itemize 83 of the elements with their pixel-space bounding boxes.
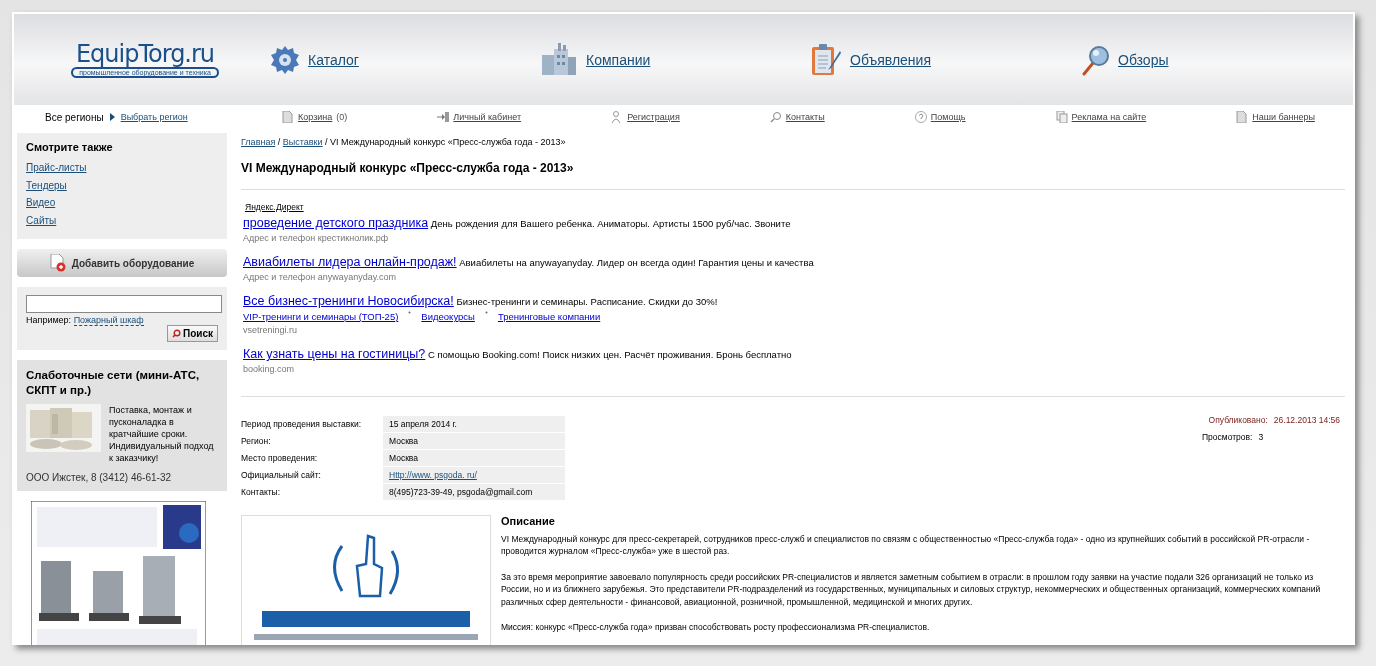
ad-text: Авиабилеты на anywayanyday. Лидер он всегда один! Гарантия цены и качества bbox=[459, 257, 814, 268]
views-label: Просмотров: bbox=[1202, 432, 1253, 442]
ad-domain: anywayanyday.com bbox=[317, 272, 397, 282]
breadcrumb-separator: / bbox=[325, 137, 328, 147]
detail-label: Контакты: bbox=[241, 486, 282, 499]
region-label: Все регионы bbox=[45, 111, 104, 123]
toolbar-link[interactable]: Регистрация bbox=[627, 112, 680, 122]
search-field[interactable] bbox=[26, 295, 222, 313]
add-equipment-button[interactable]: Добавить оборудование bbox=[17, 249, 227, 277]
detail-label: Официальный сайт: bbox=[241, 469, 322, 482]
detail-label: Период проведения выставки: bbox=[241, 418, 363, 431]
promo-contact: ООО Ижстек, 8 (3412) 46-61-32 bbox=[26, 472, 172, 483]
toolbar-link[interactable]: Личный кабинет bbox=[453, 112, 522, 122]
ad-sitelink[interactable]: VIP-тренинги и семинары (ТОП-25) bbox=[243, 311, 399, 322]
toolbar-link[interactable]: Наши баннеры bbox=[1252, 112, 1315, 122]
ad-title-link[interactable]: Авиабилеты лидера онлайн-продаж! bbox=[243, 255, 457, 269]
dot-icon bbox=[484, 311, 488, 314]
breadcrumb-link[interactable]: Главная bbox=[241, 137, 276, 147]
toolbar-link[interactable]: Помощь bbox=[930, 112, 966, 122]
breadcrumb-link[interactable]: Выставки bbox=[282, 137, 323, 147]
add-document-icon bbox=[49, 254, 66, 272]
nav-link[interactable]: Компании bbox=[586, 51, 651, 68]
views-count: 3 bbox=[1258, 432, 1264, 442]
description-paragraph: За это время мероприятие завоевало популярность среди российских PR-специалистов и является заметным событием в отрасли: в прошлом году заявки на участие подали 326 организаций не только из России, но и из ближнего зарубежья. Это представители PR-подразделений из государственных, муниципальных и силовых структур, некоммерческих и общественных организаций, коммерческих компаний различных сфер деятельности - финансовой, авиационной, розничной, промышленной, медицинской и многих других. bbox=[501, 570, 1322, 608]
ads-label[interactable]: Яндекс.Директ bbox=[245, 202, 1345, 212]
description-paragraph: VI Международный конкурс для пресс-секретарей, сотрудников пресс-служб и специалистов по связям с общественностью «Пресс-служба года» - одно из крупнейших событий в российской PR-отрасли - проводится журналом «Пресс-служба» уже в шестой раз. bbox=[501, 532, 1311, 558]
region-link[interactable]: Выбрать регион bbox=[120, 112, 188, 122]
sidebar-link[interactable]: Прайс-листы bbox=[26, 159, 218, 177]
ad-sitelink[interactable]: Тренинговые компании bbox=[497, 311, 601, 322]
documents-icon bbox=[1055, 111, 1068, 123]
sidebar-link[interactable]: Видео bbox=[26, 194, 218, 212]
description-title: Описание bbox=[501, 515, 556, 528]
ad-title-link[interactable]: Все бизнес-тренинги Новосибирска! bbox=[243, 294, 454, 308]
detail-value: Москва bbox=[389, 453, 419, 463]
ad-title-link[interactable]: проведение детского праздника bbox=[243, 216, 429, 230]
breadcrumb-current: VI Международный конкурс «Пресс-служба года - 2013» bbox=[330, 137, 566, 147]
nav-link[interactable]: Объявления bbox=[850, 51, 931, 68]
magnifier-icon bbox=[1080, 43, 1110, 76]
ad-domain: vsetreningi.ru bbox=[243, 325, 298, 335]
dot-icon bbox=[408, 311, 412, 314]
page-title: VI Международный конкурс «Пресс-служба года - 2013» bbox=[241, 161, 575, 175]
ad-address: Адрес и телефон bbox=[243, 233, 316, 243]
ad-sitelink[interactable]: Видеокурсы bbox=[421, 311, 475, 322]
promo-text: Поставка, монтаж и пусконаладка в кратчайшие сроки. Индивидуальный подход к заказчику! bbox=[109, 404, 215, 464]
ad-text: Бизнес-тренинги и семинары. Расписание. Скидки до 30%! bbox=[456, 296, 718, 307]
ad-address: Адрес и телефон bbox=[243, 272, 316, 282]
example-link[interactable]: Пожарный шкаф bbox=[73, 315, 144, 326]
published-label: Опубликовано: bbox=[1208, 415, 1268, 425]
toolbar-link[interactable]: Корзина bbox=[298, 112, 333, 122]
detail-label: Место проведения: bbox=[241, 452, 319, 465]
published-date: 26.12.2013 14:56 bbox=[1273, 415, 1340, 425]
search-icon bbox=[769, 111, 782, 123]
page-icon bbox=[1236, 111, 1249, 123]
ad-domain: booking.com bbox=[243, 364, 295, 374]
clipboard-icon bbox=[810, 42, 842, 77]
sidebar-link[interactable]: Тендеры bbox=[26, 176, 218, 194]
detail-label: Регион: bbox=[241, 435, 272, 448]
detail-value: 15 апреля 2014 г. bbox=[389, 419, 457, 429]
triangle-icon bbox=[109, 113, 115, 121]
ad-title-link[interactable]: Как узнать цены на гостиницы? bbox=[243, 347, 426, 361]
promo-title: Слаботочные сети (мини-АТС, СКПТ и пр.) bbox=[26, 368, 201, 398]
description-paragraph: Миссия: конкурс «Пресс-служба года» призван способствовать росту профессионализма PR-специалистов. bbox=[501, 621, 931, 634]
detail-value: 8(495)723-39-49, psgoda@gmail.com bbox=[389, 487, 533, 497]
breadcrumb-separator: / bbox=[277, 137, 281, 147]
page-icon bbox=[282, 111, 294, 123]
help-icon bbox=[914, 111, 927, 123]
ad-text: День рождения для Вашего ребенка. Аниматоры. Артисты 1500 руб/час. Звоните bbox=[430, 218, 791, 229]
ad-text: С помощью Booking.com! Поиск низких цен. Расчёт проживания. Бронь бесплатно bbox=[427, 349, 792, 360]
example-label: Например: bbox=[26, 315, 72, 325]
nav-link[interactable]: Обзоры bbox=[1118, 51, 1169, 68]
toolbar-link[interactable]: Реклама на сайте bbox=[1071, 112, 1147, 122]
panel-title: Смотрите также bbox=[26, 141, 114, 153]
detail-value: Москва bbox=[389, 436, 419, 446]
arrow-door-icon bbox=[437, 111, 450, 123]
cart-count: (0) bbox=[336, 112, 348, 122]
logo-text[interactable]: EquipTorg.ru bbox=[75, 41, 215, 67]
toolbar-link[interactable]: Контакты bbox=[785, 112, 825, 122]
factory-icon bbox=[540, 42, 578, 77]
nav-link[interactable]: Каталог bbox=[308, 51, 359, 68]
search-button[interactable]: Поиск bbox=[167, 325, 218, 342]
sidebar-link[interactable]: Сайты bbox=[26, 211, 218, 229]
search-icon bbox=[172, 329, 181, 338]
ad-domain: крестикнолик.рф bbox=[317, 233, 389, 243]
